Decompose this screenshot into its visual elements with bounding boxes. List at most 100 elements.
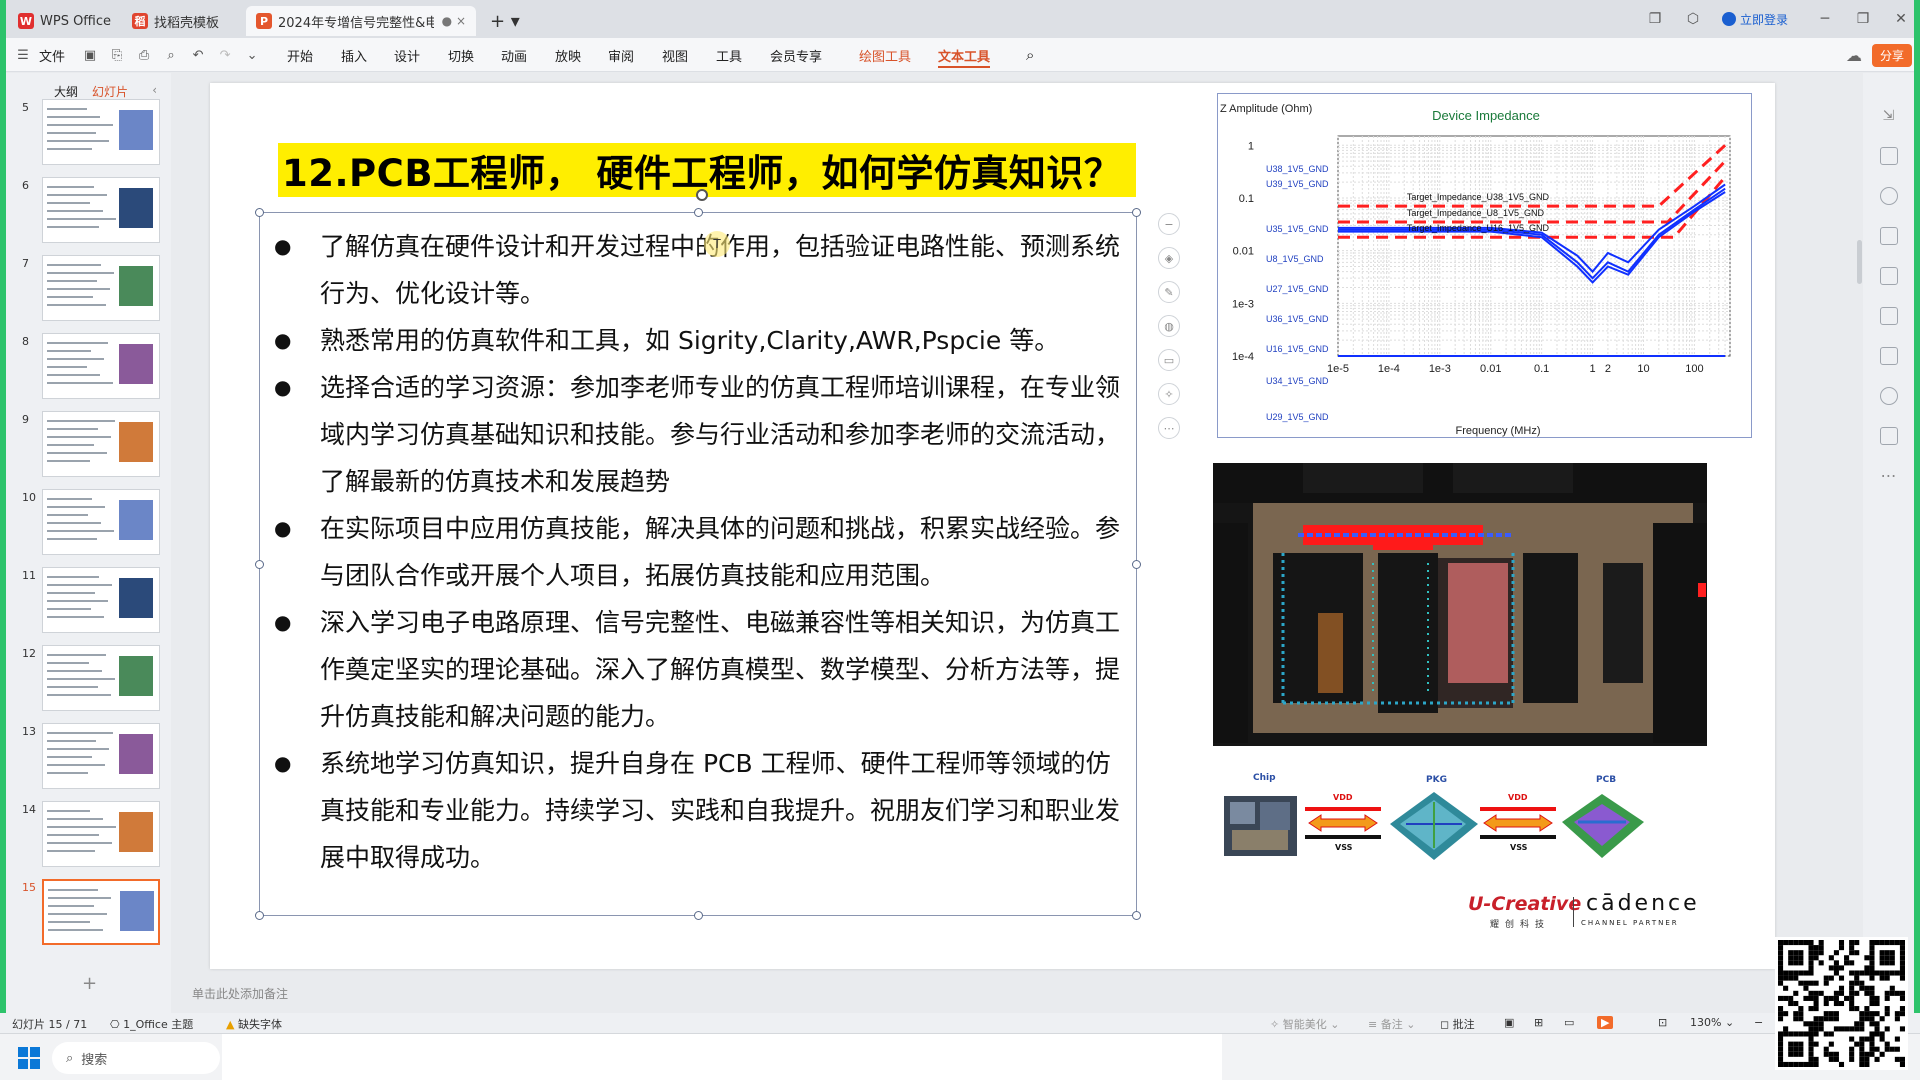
slide-thumbnail[interactable]	[42, 645, 160, 711]
resize-handle[interactable]	[1132, 911, 1141, 920]
reading-view-icon[interactable]: ▭	[1564, 1016, 1574, 1029]
slide-thumbnail-row[interactable]: 15	[6, 879, 171, 951]
vertical-scrollbar[interactable]	[1857, 240, 1862, 284]
tab-docer[interactable]: 稻 找稻壳模板	[122, 6, 242, 36]
chevron-down-icon[interactable]: ⌄	[241, 44, 263, 66]
slide-thumbnail-row[interactable]: 14	[6, 801, 171, 873]
menu-transition[interactable]: 切换	[448, 38, 474, 72]
menu-drawing-tools[interactable]: 绘图工具	[859, 38, 911, 72]
help-icon[interactable]	[1879, 387, 1898, 405]
slide-thumbnail[interactable]	[42, 177, 160, 243]
menu-slideshow[interactable]: 放映	[555, 38, 581, 72]
restore-icon[interactable]: ❐	[1844, 11, 1882, 27]
cube-icon[interactable]: ⬡	[1674, 11, 1712, 27]
fill-icon[interactable]: ◍	[1158, 315, 1180, 337]
magic-icon[interactable]: ✧	[1158, 383, 1180, 405]
pen-icon[interactable]: ✎	[1158, 281, 1180, 303]
grid-view-icon[interactable]: ⊞	[1534, 1016, 1543, 1029]
tab-presentation[interactable]: P 2024年专增信号完整性&电源 ● ×	[246, 6, 476, 36]
tab-slides[interactable]: 幻灯片	[92, 83, 128, 100]
slide-thumbnail[interactable]	[42, 723, 160, 789]
play-slideshow-icon[interactable]: ▶	[1597, 1016, 1614, 1029]
missing-font-warning[interactable]: ▲ 缺失字体	[226, 1016, 282, 1032]
reading-icon[interactable]: ⇲	[1880, 107, 1898, 125]
properties-icon[interactable]	[1879, 147, 1898, 165]
collapse-panel-icon[interactable]: ‹	[152, 83, 157, 97]
copy-icon[interactable]	[1879, 227, 1898, 245]
slide-thumbnail-row[interactable]: 10	[6, 489, 171, 561]
slide-thumbnail[interactable]	[42, 801, 160, 867]
resize-handle[interactable]	[255, 208, 264, 217]
slide-thumbnail-row[interactable]: 13	[6, 723, 171, 795]
slide-thumbnail-row[interactable]: 8	[6, 333, 171, 405]
menu-design[interactable]: 设计	[394, 38, 420, 72]
zoom-out-icon[interactable]: −	[1754, 1016, 1763, 1029]
more-icon[interactable]: ⋯	[1158, 417, 1180, 439]
resize-handle[interactable]	[694, 208, 703, 217]
file-menu[interactable]: 文件	[39, 46, 65, 65]
fit-window-icon[interactable]: ⊡	[1658, 1016, 1667, 1029]
image-icon[interactable]	[1879, 267, 1898, 285]
print-icon[interactable]: ⎙	[133, 44, 155, 66]
frame-icon[interactable]: ▭	[1158, 349, 1180, 371]
tab-wps-office[interactable]: W WPS Office	[8, 6, 116, 36]
slide-thumbnail-row[interactable]: 7	[6, 255, 171, 327]
layers-icon[interactable]: ◈	[1158, 247, 1180, 269]
bullet-textbox[interactable]: 了解仿真在硬件设计和开发过程中的作用，包括验证电路性能、预测系统行为、优化设计等…	[255, 208, 1141, 920]
zoom-level[interactable]: 130% ⌄	[1690, 1016, 1734, 1029]
login-button[interactable]: 立即登录	[1721, 11, 1788, 28]
windows-start-icon[interactable]	[18, 1047, 40, 1069]
add-slide-button[interactable]: +	[82, 973, 97, 994]
export-icon[interactable]: ⎘	[106, 44, 128, 66]
slide-thumbnail-row[interactable]: 5	[6, 99, 171, 171]
slide-thumbnail-row[interactable]: 9	[6, 411, 171, 483]
resize-handle[interactable]	[694, 911, 703, 920]
redo-icon[interactable]: ↷	[214, 44, 236, 66]
menu-tools[interactable]: 工具	[716, 38, 742, 72]
favorite-icon[interactable]	[1879, 187, 1898, 205]
normal-view-icon[interactable]: ▣	[1504, 1016, 1514, 1029]
slide-title-box[interactable]: 12.PCB工程师， 硬件工程师，如何学仿真知识？	[278, 143, 1136, 197]
cloud-icon[interactable]: ☁	[1846, 46, 1862, 65]
hamburger-icon[interactable]: ☰	[12, 44, 34, 66]
save-icon[interactable]: ▣	[79, 44, 101, 66]
slide-thumbnail[interactable]	[42, 255, 160, 321]
new-tab-icon[interactable]: + ▾	[480, 6, 520, 36]
menu-view[interactable]: 视图	[662, 38, 688, 72]
menu-start[interactable]: 开始	[287, 38, 313, 72]
menu-insert[interactable]: 插入	[341, 38, 367, 72]
chip-pkg-pcb-diagram[interactable]: Chip PKG PCB VDD VSS VDD VSS	[1222, 771, 1645, 871]
notes-toggle[interactable]: ≡ 备注 ⌄	[1368, 1016, 1415, 1032]
resize-handle[interactable]	[255, 560, 264, 569]
slide[interactable]: 12.PCB工程师， 硬件工程师，如何学仿真知识？ 了解仿真在硬件设计和开发过程…	[210, 83, 1775, 969]
more-options-icon[interactable]: ⋯	[1880, 467, 1898, 485]
minimize-icon[interactable]: ─	[1806, 11, 1844, 27]
slide-thumbnail[interactable]	[42, 489, 160, 555]
slide-thumbnail-row[interactable]: 11	[6, 567, 171, 639]
menu-member[interactable]: 会员专享	[770, 38, 822, 72]
undo-icon[interactable]: ↶	[187, 44, 209, 66]
slide-thumbnail-row[interactable]: 6	[6, 177, 171, 249]
rotate-handle[interactable]	[696, 189, 708, 201]
print-preview-icon[interactable]: ⌕	[160, 44, 182, 66]
search-icon[interactable]: ⌕	[1026, 38, 1034, 72]
comment-button[interactable]: ◻ 批注	[1440, 1016, 1475, 1032]
slide-thumbnail[interactable]	[42, 567, 160, 633]
pcb-layout-image[interactable]	[1213, 463, 1707, 746]
slide-thumbnail[interactable]	[42, 411, 160, 477]
resize-handle[interactable]	[1132, 560, 1141, 569]
taskbar-search[interactable]: ⌕ 搜索	[52, 1042, 220, 1074]
menu-text-tools[interactable]: 文本工具	[938, 38, 991, 72]
window-layout-icon[interactable]: ❐	[1636, 11, 1674, 27]
notes-placeholder[interactable]: 单击此处添加备注	[192, 985, 288, 1002]
slide-thumbnail[interactable]	[42, 333, 160, 399]
menu-animation[interactable]: 动画	[501, 38, 527, 72]
menu-review[interactable]: 审阅	[608, 38, 634, 72]
settings-icon[interactable]	[1879, 427, 1898, 445]
slide-thumbnail[interactable]	[42, 879, 160, 945]
layout-icon[interactable]	[1879, 347, 1898, 365]
slide-thumbnail-row[interactable]: 12	[6, 645, 171, 717]
impedance-chart[interactable]: 1e-5 1e-4 1e-3 0.01 0.1 1 2 10 100 1 0.1 0.01 1e-3 1e…	[1217, 93, 1752, 438]
collapse-icon[interactable]: −	[1158, 213, 1180, 235]
smart-beautify-button[interactable]: ✧ 智能美化 ⌄	[1270, 1016, 1339, 1032]
